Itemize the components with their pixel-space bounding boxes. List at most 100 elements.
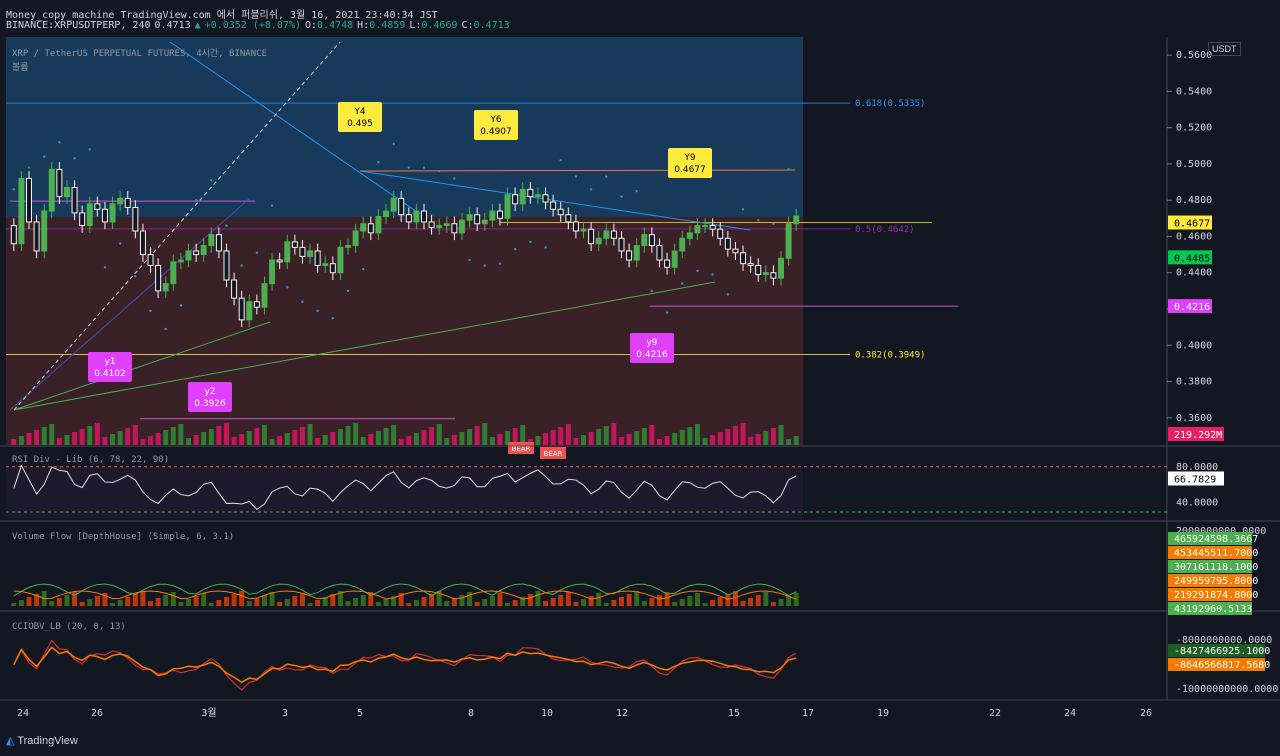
- candle-body: [496, 210, 503, 219]
- candle-body: [390, 197, 397, 212]
- flow-bar: [717, 597, 723, 606]
- candle-body: [177, 259, 184, 263]
- volume-bar: [56, 438, 62, 445]
- flow-bar: [140, 591, 146, 606]
- sar-dot: [559, 159, 562, 162]
- candle-body: [443, 223, 450, 227]
- chart-canvas[interactable]: 0.618(0.5335) 0.5(0.4642) 0.382(0.3949) Y4 0…: [0, 0, 1280, 756]
- volume-bar: [132, 425, 138, 445]
- flow-bar: [406, 603, 412, 606]
- volume-bar: [786, 439, 792, 445]
- volume-bar: [148, 436, 154, 445]
- sar-dot: [73, 157, 76, 160]
- volume-bar: [467, 429, 473, 445]
- y-tick-label: 0.3800: [1176, 377, 1212, 388]
- flow-bar: [223, 597, 229, 606]
- candle-body: [405, 214, 412, 223]
- flow-bar: [79, 602, 85, 606]
- candle-body: [63, 187, 70, 198]
- flow-bar: [672, 602, 678, 606]
- volume-bar: [550, 430, 556, 445]
- flow-bar: [581, 599, 587, 606]
- candle-body: [512, 194, 519, 205]
- candle-body: [474, 214, 481, 225]
- sar-dot: [711, 273, 714, 276]
- currency-badge[interactable]: USDT: [1208, 42, 1241, 56]
- candle-body: [762, 272, 769, 276]
- fib-label: 0.618(0.5335): [855, 99, 925, 109]
- candle-body: [48, 168, 55, 212]
- flow-bar: [421, 597, 427, 606]
- candle-body: [291, 241, 298, 248]
- candle-body: [360, 223, 367, 232]
- candle-body: [208, 234, 215, 247]
- volume-bar: [565, 424, 571, 445]
- candle-body: [322, 263, 329, 266]
- flow-bar: [588, 596, 594, 606]
- sar-dot: [787, 168, 790, 171]
- rsi-tick: 80.0000: [1176, 462, 1218, 473]
- cciobv-signal-line: [13, 646, 797, 684]
- volume-bar: [246, 431, 252, 445]
- candle-body: [603, 230, 610, 239]
- flow-bar: [216, 600, 222, 606]
- cciobv-title: CCIOBV_LB (20, 0, 13): [12, 622, 126, 632]
- callout-value: 0.4907: [480, 127, 512, 137]
- volume-bar: [451, 435, 457, 445]
- rsi-title: RSI Div - Lib (6, 78, 22, 90): [12, 455, 170, 465]
- x-tick-label: 12: [616, 708, 628, 719]
- flow-bar: [299, 593, 305, 606]
- flow-bar: [246, 601, 252, 606]
- candle-body: [94, 203, 101, 210]
- signal-label: BEAR: [544, 450, 563, 458]
- candle-body: [71, 187, 78, 214]
- up-arrow-icon: ▲: [194, 20, 201, 31]
- flow-bar: [284, 599, 290, 606]
- flow-bar: [793, 593, 799, 606]
- volume-bar: [573, 438, 579, 445]
- flow-bar: [786, 596, 792, 606]
- volume-bar: [208, 429, 214, 445]
- sar-dot: [210, 179, 213, 182]
- callout-title: y2: [204, 387, 215, 397]
- tradingview-logo[interactable]: ◭ TradingView: [6, 734, 78, 747]
- flow-bar: [49, 601, 55, 606]
- candle-body: [724, 237, 731, 250]
- candle-body: [314, 250, 321, 266]
- x-tick-label: 19: [877, 708, 889, 719]
- volume-bar: [292, 430, 298, 445]
- volume-bar: [330, 432, 336, 445]
- flow-bar: [694, 593, 700, 606]
- candle-body: [307, 250, 314, 257]
- volume-bar: [763, 431, 769, 445]
- x-tick-label: 17: [802, 708, 814, 719]
- cciobv-tick: -10000000000.0000: [1176, 684, 1278, 695]
- flow-bar: [558, 595, 564, 606]
- flow-bar: [201, 593, 207, 606]
- candle-body: [664, 259, 671, 268]
- volume-bar: [535, 436, 541, 445]
- sar-dot: [392, 142, 395, 146]
- candle-body: [109, 203, 116, 223]
- candle-body: [367, 223, 374, 234]
- publish-info: Money_copy_machine TradingView.com 에서 퍼블…: [6, 10, 438, 21]
- volume-bar: [641, 428, 647, 445]
- flow-bar: [11, 603, 17, 606]
- sar-dot: [164, 327, 167, 331]
- volume-bar: [558, 427, 564, 445]
- x-tick-label: 15: [728, 708, 740, 719]
- volume-bar: [64, 435, 70, 445]
- flow-bar: [740, 601, 746, 606]
- volume-bar: [102, 437, 108, 445]
- volume-bar: [717, 432, 723, 445]
- flow-bar: [444, 601, 450, 606]
- volume-bar: [41, 427, 47, 445]
- candle-body: [489, 210, 496, 221]
- y-tick-label: 0.4600: [1176, 231, 1212, 242]
- sar-dot: [58, 140, 61, 144]
- flow-bar: [543, 601, 549, 606]
- candle-body: [686, 232, 693, 239]
- candle-body: [420, 210, 427, 223]
- symbol[interactable]: BINANCE:XRPUSDTPERP, 240: [6, 20, 151, 31]
- candle-body: [732, 248, 739, 254]
